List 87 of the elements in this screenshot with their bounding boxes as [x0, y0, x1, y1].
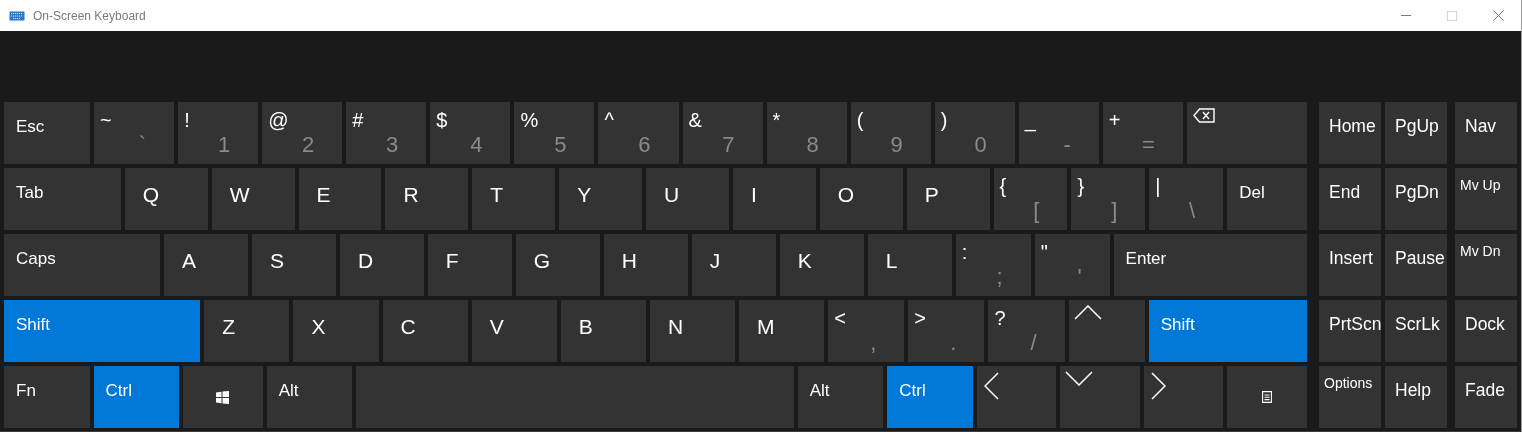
keyboard-key[interactable]: % 5 — [514, 102, 595, 164]
keyboard-key[interactable]: PgDn — [1385, 168, 1447, 230]
keyboard-key[interactable]: Fn — [4, 366, 90, 428]
maximize-icon — [1447, 10, 1457, 21]
keyboard-key[interactable]: PgUp — [1385, 102, 1447, 164]
menu-icon — [1262, 391, 1273, 403]
chevron-left-icon — [983, 372, 999, 400]
keyboard-key[interactable]: E — [298, 168, 382, 230]
keyboard-key[interactable]: Pause — [1385, 234, 1447, 296]
keyboard-key[interactable]: & 7 — [682, 102, 763, 164]
keyboard-key[interactable]: $ 4 — [430, 102, 511, 164]
keyboard-key[interactable]: I — [732, 168, 816, 230]
chevron-up-icon — [1073, 305, 1102, 320]
keyboard-key[interactable]: Mv Dn — [1455, 234, 1517, 296]
keyboard-key[interactable]: F — [427, 234, 512, 296]
keyboard-key[interactable]: X — [293, 300, 379, 362]
keyboard-key[interactable]: Tab — [4, 168, 121, 230]
close-icon — [1492, 10, 1504, 21]
windows-logo-icon — [216, 390, 230, 404]
keyboard-key[interactable]: { [ — [993, 168, 1068, 230]
backspace-icon — [1192, 108, 1215, 123]
keyboard-key[interactable]: Fade — [1455, 366, 1517, 428]
keyboard-key[interactable]: # 3 — [346, 102, 427, 164]
keyboard-key[interactable]: Del — [1227, 168, 1308, 230]
keyboard-key[interactable]: Alt — [266, 366, 353, 428]
keyboard-key[interactable]: L — [867, 234, 952, 296]
keyboard-key[interactable]: ! 1 — [178, 102, 259, 164]
keyboard-key[interactable]: W — [211, 168, 295, 230]
keyboard-key[interactable]: Mv Up — [1455, 168, 1517, 230]
keyboard-key[interactable]: Nav — [1455, 102, 1517, 164]
keyboard-key[interactable]: @ 2 — [262, 102, 343, 164]
keyboard-key[interactable] — [183, 366, 263, 428]
keyboard-key[interactable]: ~ ` — [94, 102, 175, 164]
keyboard-key[interactable]: V — [471, 300, 557, 362]
keyboard-key[interactable]: | \ — [1149, 168, 1224, 230]
keyboard-key[interactable]: N — [649, 300, 736, 362]
keyboard-key[interactable]: ? / — [988, 300, 1065, 362]
keyboard-key[interactable]: Enter — [1113, 234, 1307, 296]
keyboard-key[interactable]: H — [603, 234, 688, 296]
keyboard-key[interactable]: Ctrl — [93, 366, 180, 428]
keyboard-key[interactable]: Esc — [4, 102, 91, 164]
keyboard-key[interactable]: Z — [204, 300, 290, 362]
keyboard-key[interactable]: : ; — [955, 234, 1031, 296]
keyboard-key[interactable]: G — [515, 234, 600, 296]
keyboard-key[interactable]: P — [906, 168, 990, 230]
keyboard-key[interactable]: + = — [1102, 102, 1183, 164]
keyboard-key[interactable]: Ctrl — [887, 366, 973, 428]
keyboard-key[interactable]: J — [691, 234, 776, 296]
window-title: On-Screen Keyboard — [33, 8, 146, 23]
keyboard-key[interactable]: T — [472, 168, 556, 230]
keyboard-key[interactable]: " ' — [1034, 234, 1110, 296]
minimize-icon — [1401, 15, 1411, 16]
keyboard-key[interactable]: C — [382, 300, 468, 362]
keyboard-key[interactable]: Insert — [1319, 234, 1381, 296]
chevron-down-icon — [1065, 371, 1094, 386]
keyboard-key[interactable]: A — [163, 234, 248, 296]
keyboard-key[interactable]: Shift — [1148, 300, 1307, 362]
keyboard-key[interactable]: } ] — [1071, 168, 1146, 230]
keyboard-key[interactable]: _ - — [1018, 102, 1099, 164]
keyboard-key[interactable]: PrtScn — [1319, 300, 1381, 362]
keyboard-key[interactable]: * 8 — [766, 102, 847, 164]
keyboard-key[interactable]: Shift — [4, 300, 201, 362]
keyboard-key[interactable]: M — [739, 300, 825, 362]
keyboard-key[interactable]: Home — [1319, 102, 1381, 164]
keyboard-key[interactable]: Caps — [4, 234, 160, 296]
keyboard-key[interactable]: ^ 6 — [598, 102, 679, 164]
keyboard-key[interactable]: Y — [559, 168, 643, 230]
keyboard-key[interactable]: Options — [1319, 366, 1381, 428]
keyboard-key[interactable]: O — [819, 168, 903, 230]
keyboard-key[interactable]: Help — [1385, 366, 1447, 428]
keyboard-key[interactable]: Alt — [797, 366, 884, 428]
keyboard-key[interactable]: K — [779, 234, 864, 296]
keyboard-key[interactable]: < , — [828, 300, 905, 362]
keyboard-key[interactable]: B — [560, 300, 646, 362]
keyboard-key[interactable]: ( 9 — [850, 102, 931, 164]
keyboard-key[interactable]: ScrLk — [1385, 300, 1447, 362]
keyboard-key[interactable]: ) 0 — [934, 102, 1015, 164]
keyboard-key[interactable]: End — [1319, 168, 1381, 230]
keyboard-key[interactable]: D — [339, 234, 424, 296]
keyboard-key[interactable]: U — [646, 168, 729, 230]
keyboard-key[interactable]: S — [251, 234, 336, 296]
keyboard-key[interactable]: > . — [908, 300, 985, 362]
keyboard-icon — [9, 10, 25, 21]
keyboard-key[interactable]: Dock — [1455, 300, 1517, 362]
keyboard-key[interactable]: R — [385, 168, 469, 230]
chevron-right-icon — [1150, 372, 1166, 400]
keyboard-key[interactable]: Q — [124, 168, 208, 230]
